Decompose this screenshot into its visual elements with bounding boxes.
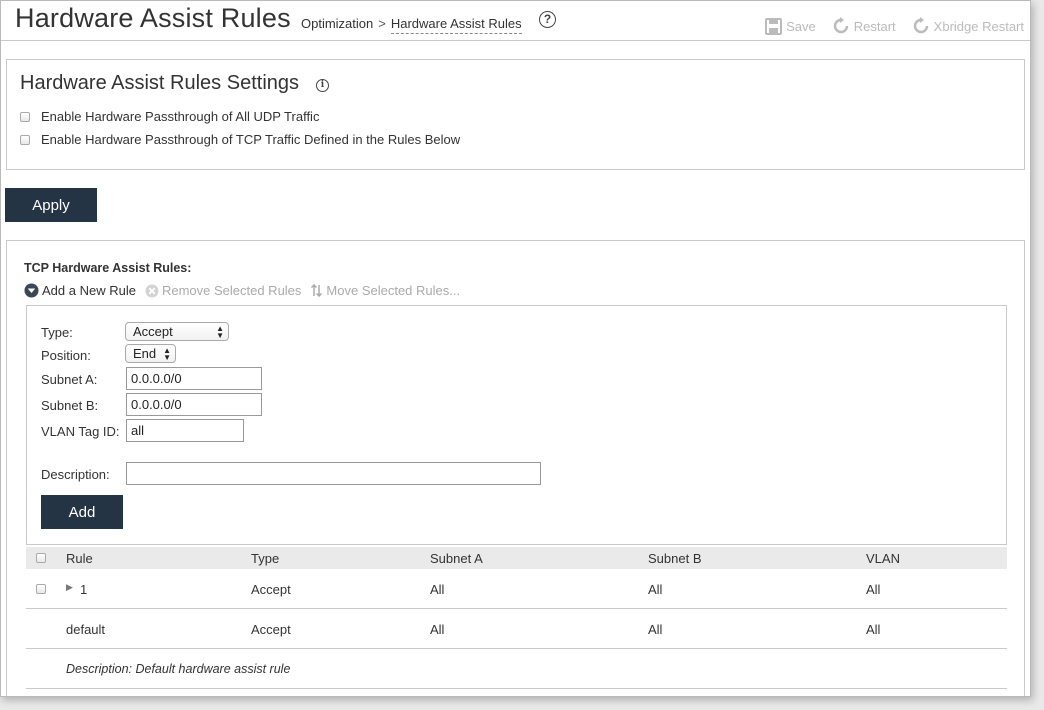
chevron-down-circle-icon — [24, 283, 39, 298]
move-rules-label: Move Selected Rules... — [326, 283, 461, 298]
subnet-b-input[interactable]: 0.0.0.0/0 — [126, 393, 262, 416]
select-arrows-icon: ▲ ▼ — [163, 346, 171, 362]
type-select-value: Accept — [133, 324, 173, 339]
select-all-checkbox[interactable] — [36, 553, 46, 563]
row-checkbox[interactable] — [36, 584, 46, 594]
breadcrumb-optimization[interactable]: Optimization — [301, 16, 373, 31]
column-vlan: VLAN — [866, 551, 900, 566]
description-input[interactable] — [126, 462, 541, 485]
move-arrows-icon — [311, 284, 323, 297]
restart-label: Restart — [853, 18, 896, 34]
table-row[interactable]: ▶ 1 Accept All All All — [26, 569, 1007, 609]
breadcrumb-separator: > — [378, 16, 386, 31]
tcp-passthrough-checkbox[interactable] — [20, 134, 30, 145]
column-subnet-a: Subnet A — [430, 551, 483, 566]
add-rule-form: Type: Accept ▲ ▼ Position: End ▲ ▼ Subnet … — [26, 305, 1007, 545]
row-type: Accept — [251, 622, 291, 637]
move-rules-button[interactable]: Move Selected Rules... — [310, 283, 460, 298]
remove-rules-button[interactable]: Remove Selected Rules — [145, 283, 301, 298]
xbridge-restart-label: Xbridge Restart — [933, 18, 1024, 34]
save-icon — [765, 17, 783, 35]
position-select-value: End — [133, 346, 157, 361]
breadcrumb: Optimization > Hardware Assist Rules — [301, 16, 522, 34]
table-row[interactable]: default Accept All All All — [26, 609, 1007, 649]
row-rule: default — [66, 622, 106, 637]
type-label: Type: — [41, 325, 73, 340]
header-actions: Save Restart Xbridge Restart — [765, 17, 1024, 35]
table-row-description: Description: Default hardware assist rul… — [26, 649, 1007, 689]
page-header: Hardware Assist Rules Optimization > Hardw… — [1, 1, 1030, 41]
settings-title: Hardware Assist Rules Settings — [20, 72, 300, 94]
restart-button[interactable]: Restart — [832, 17, 896, 35]
row-type: Accept — [251, 582, 291, 597]
vlan-tag-input[interactable]: all — [126, 419, 244, 442]
column-type: Type — [251, 551, 280, 566]
remove-icon — [145, 284, 159, 297]
row-vlan: All — [866, 582, 881, 597]
add-rule-label: Add a New Rule — [42, 283, 136, 298]
position-label: Position: — [41, 348, 91, 363]
rules-title: TCP Hardware Assist Rules: — [24, 261, 192, 275]
row-subnet-a: All — [430, 582, 445, 597]
subnet-a-label: Subnet A: — [41, 372, 98, 387]
vlan-tag-label: VLAN Tag ID: — [41, 424, 120, 439]
udp-passthrough-label: Enable Hardware Passthrough of All UDP T… — [41, 109, 320, 124]
default-rule-description: Description: Default hardware assist rul… — [66, 662, 291, 676]
subnet-a-input[interactable]: 0.0.0.0/0 — [126, 367, 262, 390]
rules-panel: TCP Hardware Assist Rules: Add a New Rul… — [6, 240, 1025, 696]
row-vlan: All — [866, 622, 881, 637]
row-subnet-a: All — [430, 622, 445, 637]
info-icon[interactable]: i — [316, 79, 329, 92]
expand-arrow-icon[interactable]: ▶ — [66, 582, 73, 593]
page-title: Hardware Assist Rules — [15, 3, 291, 33]
restart-icon — [913, 17, 928, 34]
position-select[interactable]: End ▲ ▼ — [125, 344, 176, 363]
save-label: Save — [786, 18, 816, 34]
select-arrows-icon: ▲ ▼ — [216, 324, 224, 340]
udp-passthrough-checkbox[interactable] — [20, 111, 30, 122]
subnet-b-label: Subnet B: — [41, 398, 99, 413]
save-button[interactable]: Save — [765, 17, 816, 35]
row-subnet-b: All — [648, 582, 663, 597]
help-icon[interactable]: ? — [539, 11, 556, 28]
remove-rules-label: Remove Selected Rules — [161, 283, 302, 298]
column-rule: Rule — [66, 551, 93, 566]
add-button[interactable]: Add — [41, 495, 123, 529]
rules-toolbar: Add a New Rule Remove Selected Rules Mov… — [24, 283, 469, 298]
column-subnet-b: Subnet B — [648, 551, 702, 566]
row-subnet-b: All — [648, 622, 663, 637]
tcp-passthrough-row: Enable Hardware Passthrough of TCP Traff… — [20, 132, 460, 147]
description-label: Description: — [41, 467, 110, 482]
row-rule: 1 — [80, 582, 88, 597]
xbridge-restart-button[interactable]: Xbridge Restart — [912, 17, 1024, 35]
breadcrumb-current[interactable]: Hardware Assist Rules — [390, 16, 522, 34]
udp-passthrough-row: Enable Hardware Passthrough of All UDP T… — [20, 109, 319, 124]
tcp-passthrough-label: Enable Hardware Passthrough of TCP Traff… — [41, 132, 461, 147]
hardware-assist-rules-page: Hardware Assist Rules Optimization > Hardw… — [0, 0, 1031, 697]
rules-table-header: Rule Type Subnet A Subnet B VLAN — [26, 547, 1007, 569]
type-select[interactable]: Accept ▲ ▼ — [125, 322, 229, 341]
add-rule-button[interactable]: Add a New Rule — [24, 283, 136, 298]
settings-panel: Hardware Assist Rules Settings i Enable … — [6, 59, 1025, 170]
apply-button[interactable]: Apply — [5, 188, 97, 222]
restart-icon — [833, 17, 848, 34]
